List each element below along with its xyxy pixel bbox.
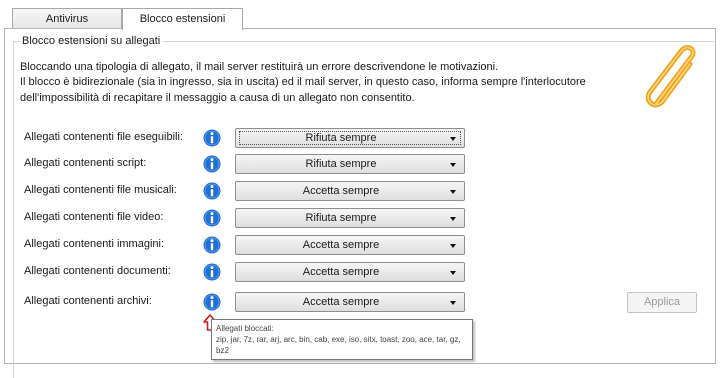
select-value: Accetta sempre	[302, 185, 380, 197]
group-title: Blocco estensioni su allegati	[22, 35, 161, 47]
info-icon[interactable]	[203, 293, 221, 311]
select-value: Rifiuta sempre	[305, 212, 377, 224]
tab-blocco-estensioni[interactable]: Blocco estensioni	[122, 8, 243, 30]
info-icon[interactable]	[203, 263, 221, 281]
dropdown-arrow-icon	[450, 301, 456, 305]
tooltip-title: Allegati bloccati:	[216, 324, 274, 333]
tab-antivirus[interactable]: Antivirus	[12, 8, 122, 28]
rule-label: Allegati contenenti file musicali:	[24, 184, 177, 196]
select-value: Accetta sempre	[302, 296, 380, 308]
policy-select[interactable]: Accetta sempre	[235, 262, 465, 282]
info-icon[interactable]	[203, 209, 221, 227]
info-icon[interactable]	[203, 129, 221, 147]
dropdown-arrow-icon	[450, 217, 456, 221]
policy-select[interactable]: Accetta sempre	[235, 181, 465, 201]
rule-label: Allegati contenenti immagini:	[24, 238, 165, 250]
dropdown-arrow-icon	[450, 163, 456, 167]
policy-select[interactable]: Rifiuta sempre	[235, 128, 465, 148]
policy-select[interactable]: Rifiuta sempre	[235, 154, 465, 174]
dropdown-arrow-icon	[450, 244, 456, 248]
policy-select[interactable]: Accetta sempre	[235, 235, 465, 255]
description-line: Bloccando una tipologia di allegato, il …	[20, 61, 499, 73]
select-value: Accetta sempre	[302, 266, 380, 278]
blocked-extensions-tooltip: Allegati bloccati: zip, jar, 7z, rar, ar…	[211, 319, 473, 360]
rule-row-executables: Allegati contenenti file eseguibili: Rif…	[0, 127, 720, 149]
rule-row-documents: Allegati contenenti documenti: Accetta s…	[0, 261, 720, 283]
rule-label: Allegati contenenti file eseguibili:	[24, 131, 183, 143]
rule-label: Allegati contenenti documenti:	[24, 265, 171, 277]
info-icon[interactable]	[203, 155, 221, 173]
select-value: Rifiuta sempre	[305, 132, 377, 144]
rule-label: Allegati contenenti file video:	[24, 211, 164, 223]
rule-label: Allegati contenenti script:	[24, 157, 147, 169]
tooltip-line: bz2	[216, 346, 229, 355]
dropdown-arrow-icon	[450, 271, 456, 275]
paperclip-icon	[645, 45, 696, 108]
description-text: Bloccando una tipologia di allegato, il …	[20, 60, 630, 106]
apply-button[interactable]: Applica	[627, 292, 697, 313]
dropdown-arrow-icon	[450, 137, 456, 141]
rule-row-video: Allegati contenenti file video: Rifiuta …	[0, 207, 720, 229]
rule-row-archives: Allegati contenenti archivi: Accetta sem…	[0, 291, 720, 313]
info-icon[interactable]	[203, 182, 221, 200]
policy-select[interactable]: Rifiuta sempre	[235, 208, 465, 228]
policy-select[interactable]: Accetta sempre	[235, 292, 465, 312]
dropdown-arrow-icon	[450, 190, 456, 194]
rule-label: Allegati contenenti archivi:	[24, 295, 152, 307]
rule-row-music: Allegati contenenti file musicali: Accet…	[0, 180, 720, 202]
description-line: dell'impossibilità di recapitare il mess…	[20, 91, 415, 104]
rule-row-images: Allegati contenenti immagini: Accetta se…	[0, 234, 720, 256]
info-icon[interactable]	[203, 236, 221, 254]
select-value: Rifiuta sempre	[305, 158, 377, 170]
rule-row-scripts: Allegati contenenti script: Rifiuta semp…	[0, 153, 720, 175]
select-value: Accetta sempre	[302, 239, 380, 251]
description-line: Il blocco è bidirezionale (sia in ingres…	[20, 76, 586, 89]
tooltip-line: zip, jar, 7z, rar, arj, arc, bin, cab, e…	[216, 335, 461, 344]
